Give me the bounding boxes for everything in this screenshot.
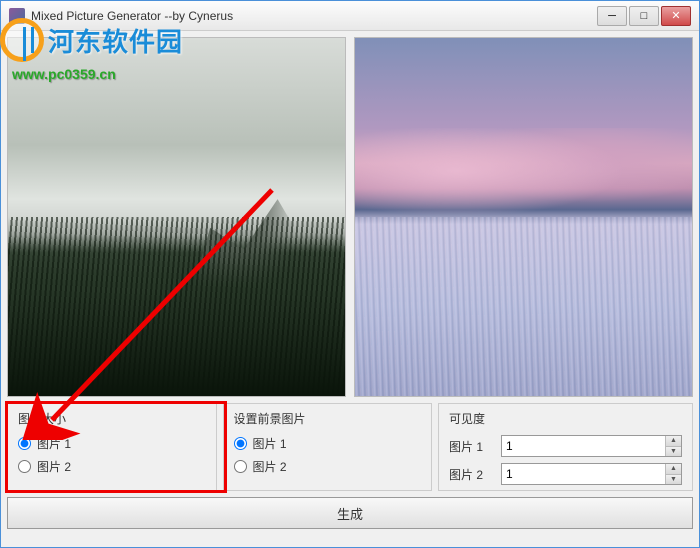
radio-fg-2[interactable] (234, 460, 247, 473)
spin-buttons-1: ▲ ▼ (665, 436, 681, 456)
visibility-input-2[interactable] (502, 464, 665, 484)
radio-size-1[interactable] (18, 437, 31, 450)
close-button[interactable]: ✕ (661, 6, 691, 26)
spin-down-1[interactable]: ▼ (666, 447, 681, 457)
spin-row-2: 图片 2 ▲ ▼ (449, 463, 682, 485)
app-icon (9, 8, 25, 24)
group-title-foreground: 设置前景图片 (234, 410, 422, 427)
group-visibility: 可见度 图片 1 ▲ ▼ 图片 2 (438, 403, 693, 491)
radio-label-size-2[interactable]: 图片 2 (37, 458, 71, 475)
app-window: Mixed Picture Generator --by Cynerus ─ □… (0, 0, 700, 548)
visibility-input-1[interactable] (502, 436, 665, 456)
radio-row-fg-1: 图片 1 (234, 435, 422, 452)
radio-size-2[interactable] (18, 460, 31, 473)
spin-buttons-2: ▲ ▼ (665, 464, 681, 484)
visibility-spinner-1: ▲ ▼ (501, 435, 682, 457)
group-title-size: 图片大小 (18, 410, 206, 427)
window-controls: ─ □ ✕ (597, 6, 691, 26)
controls-row: 图片大小 图片 1 图片 2 设置前景图片 图片 1 (7, 403, 693, 491)
spin-label-2: 图片 2 (449, 466, 493, 483)
radio-label-size-1[interactable]: 图片 1 (37, 435, 71, 452)
radio-label-fg-1[interactable]: 图片 1 (253, 435, 287, 452)
radio-label-fg-2[interactable]: 图片 2 (253, 458, 287, 475)
spin-down-2[interactable]: ▼ (666, 475, 681, 485)
maximize-button[interactable]: □ (629, 6, 659, 26)
window-title: Mixed Picture Generator --by Cynerus (31, 9, 597, 23)
group-image-size: 图片大小 图片 1 图片 2 (7, 403, 217, 491)
radio-fg-1[interactable] (234, 437, 247, 450)
generate-button[interactable]: 生成 (7, 497, 693, 529)
image-preview-1[interactable] (7, 37, 346, 397)
radio-row-fg-2: 图片 2 (234, 458, 422, 475)
images-row (7, 37, 693, 397)
minimize-button[interactable]: ─ (597, 6, 627, 26)
generate-button-label: 生成 (337, 504, 363, 523)
spin-row-1: 图片 1 ▲ ▼ (449, 435, 682, 457)
radio-row-size-1: 图片 1 (18, 435, 206, 452)
image-preview-2[interactable] (354, 37, 693, 397)
group-foreground: 设置前景图片 图片 1 图片 2 (223, 403, 433, 491)
group-title-visibility: 可见度 (449, 410, 682, 427)
content-area: 图片大小 图片 1 图片 2 设置前景图片 图片 1 (1, 31, 699, 547)
visibility-spinner-2: ▲ ▼ (501, 463, 682, 485)
radio-row-size-2: 图片 2 (18, 458, 206, 475)
spin-up-2[interactable]: ▲ (666, 464, 681, 475)
spin-up-1[interactable]: ▲ (666, 436, 681, 447)
titlebar: Mixed Picture Generator --by Cynerus ─ □… (1, 1, 699, 31)
spin-label-1: 图片 1 (449, 438, 493, 455)
